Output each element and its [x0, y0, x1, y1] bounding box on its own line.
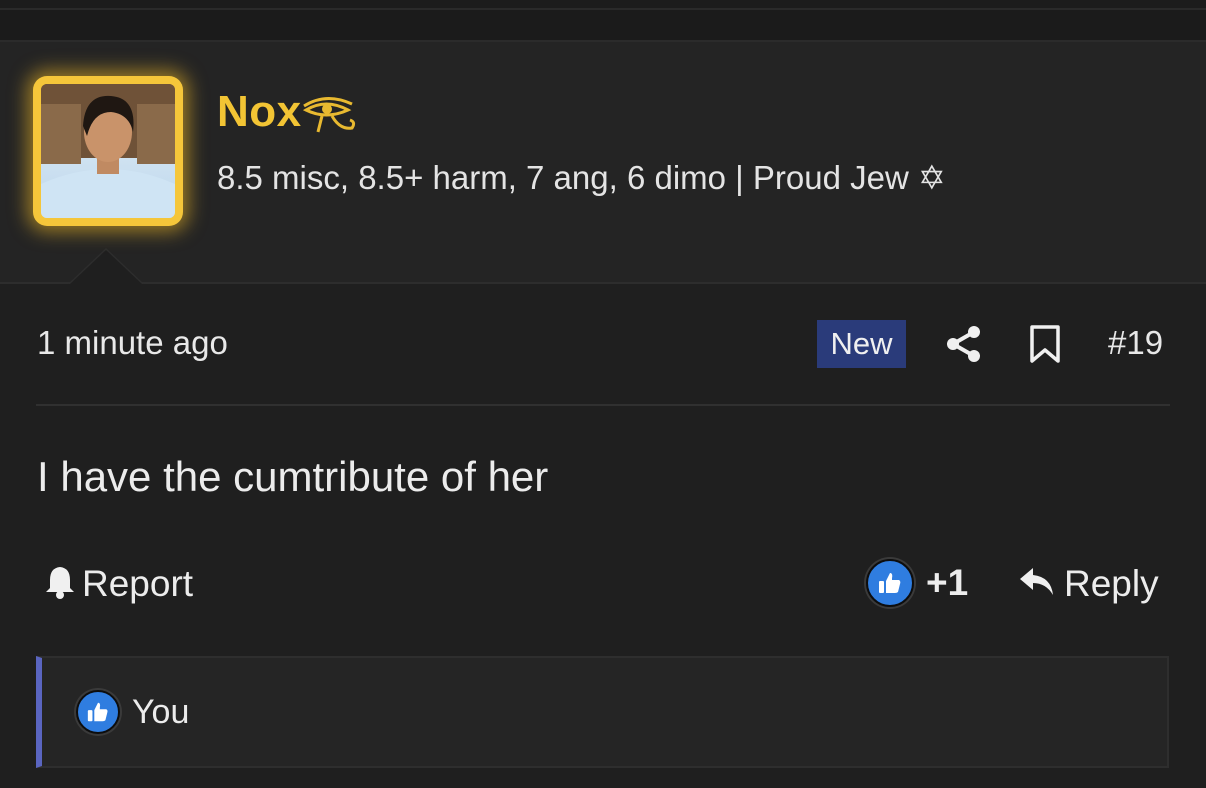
share-icon[interactable]: [944, 324, 984, 364]
avatar-image: [41, 84, 175, 218]
header-caret: [70, 250, 142, 284]
reply-label: Reply: [1064, 563, 1159, 604]
reply-arrow-icon: [1018, 565, 1056, 604]
thumbs-up-icon: [866, 559, 914, 607]
thumbs-up-icon: [76, 690, 120, 734]
post-body: I have the cumtribute of her: [37, 453, 549, 500]
post-page: Nox 8.5 misc, 8.5+ harm, 7 ang, 6 dimo |…: [0, 0, 1206, 788]
avatar[interactable]: [33, 76, 183, 226]
reaction-user: You: [132, 692, 190, 731]
user-title: 8.5 misc, 8.5+ harm, 7 ang, 6 dimo | Pro…: [217, 159, 946, 196]
post-number-link[interactable]: #19: [1108, 324, 1163, 362]
eye-of-horus-icon: [300, 90, 358, 136]
report-button[interactable]: Report: [44, 560, 193, 608]
post-timestamp[interactable]: 1 minute ago: [37, 324, 228, 362]
like-count: +1: [926, 562, 969, 603]
username[interactable]: Nox: [217, 88, 302, 136]
reply-button[interactable]: Reply: [1018, 560, 1159, 608]
top-strip: [0, 0, 1206, 10]
reactions-list[interactable]: You: [36, 656, 1169, 768]
meta-divider: [36, 404, 1170, 406]
post-meta-row: 1 minute ago New #19: [0, 300, 1206, 390]
new-badge: New: [817, 320, 906, 368]
bell-icon: [44, 564, 76, 605]
like-count-button[interactable]: +1: [866, 558, 968, 608]
bookmark-icon[interactable]: [1028, 324, 1062, 364]
reaction-entry[interactable]: You: [76, 690, 189, 734]
avatar-portrait-icon: [41, 84, 175, 218]
post-actions-row: Report +1 Reply: [0, 550, 1206, 620]
previous-post-edge: [0, 10, 1206, 42]
report-label: Report: [82, 563, 194, 604]
